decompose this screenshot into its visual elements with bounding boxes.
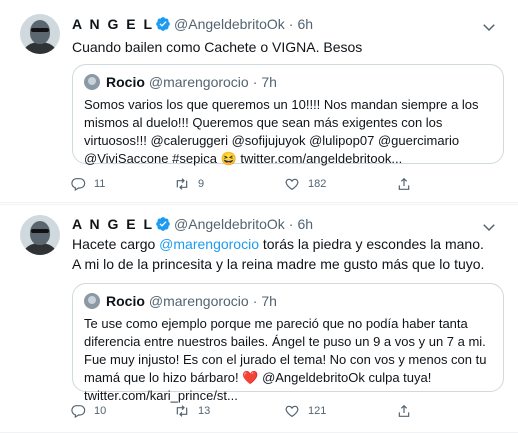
reply-button[interactable]: 10 <box>70 403 106 419</box>
separator-dot: · <box>252 74 258 90</box>
quoted-text-line: mismos al duelo!!! Queremos que sean más… <box>84 115 443 130</box>
like-button[interactable]: 121 <box>284 403 326 419</box>
quoted-tweet-header: Rocio @marengorocio · 7h <box>84 293 277 309</box>
reply-button[interactable]: 11 <box>70 176 105 192</box>
quoted-author-name: Rocio <box>106 293 145 309</box>
quoted-text-line: Fue muy injusto! Es con el jurado el tem… <box>84 352 487 367</box>
quoted-text-line: @ViviSaccone #sepica 😆 twitter.com/angel… <box>84 151 403 166</box>
like-count: 182 <box>308 178 327 190</box>
reply-icon <box>71 405 86 419</box>
quoted-tweet[interactable]: Rocio @marengorocio · 7h Somos varios lo… <box>72 64 504 166</box>
separator-dot: · <box>252 293 258 309</box>
retweet-icon <box>176 178 188 190</box>
tweet-actions: 10 13 121 <box>70 401 410 421</box>
quoted-timestamp: 7h <box>261 293 277 309</box>
separator-dot: · <box>288 16 294 32</box>
retweet-count: 13 <box>198 405 211 417</box>
reply-icon <box>71 178 86 192</box>
verified-badge-icon <box>156 17 170 31</box>
tweet[interactable]: A N G E L @AngeldebritoOk · 6h Hacete ca… <box>0 204 518 433</box>
author-name[interactable]: A N G E L <box>72 16 154 32</box>
caret-down-icon[interactable] <box>480 18 498 36</box>
heart-emoji: ❤️ <box>242 370 259 385</box>
like-icon <box>285 178 299 191</box>
tweet-text-line: Hacete cargo @marengorocio torás la pied… <box>72 234 502 254</box>
text-segment: torás la piedra y escondes la mano. <box>258 236 484 252</box>
verified-badge-icon <box>156 217 170 231</box>
retweet-count: 9 <box>198 178 205 190</box>
tweet-header: A N G E L @AngeldebritoOk · 6h <box>72 16 313 32</box>
text-segment: Hacete cargo <box>72 236 160 252</box>
timestamp[interactable]: 6h <box>297 216 313 232</box>
quoted-tweet-text: Te use como ejemplo porque me pareció qu… <box>84 315 496 405</box>
quoted-text-line: mamá que lo hizo bárbaro! ❤️ @Angeldebri… <box>84 369 496 387</box>
text-segment: @AngeldebritoOk culpa tuya! <box>258 370 432 385</box>
quoted-text-line: diferencia entre nuestros bailes. Ángel … <box>84 334 486 349</box>
retweet-button[interactable]: 13 <box>174 403 210 419</box>
quoted-text-line: virtuosos!!! @caleruggeri @sofijujuyok @… <box>84 133 460 148</box>
author-handle[interactable]: @AngeldebritoOk <box>174 16 285 32</box>
quoted-timestamp: 7h <box>261 74 277 90</box>
tweet-actions: 11 9 182 <box>70 174 410 194</box>
author-name[interactable]: A N G E L <box>72 216 154 232</box>
share-button[interactable] <box>396 403 412 419</box>
mention-link[interactable]: @marengorocio <box>159 236 259 252</box>
quoted-text-line: Te use como ejemplo porque me pareció qu… <box>84 316 468 331</box>
retweet-button[interactable]: 9 <box>174 176 204 192</box>
share-icon <box>398 177 410 190</box>
quoted-avatar <box>84 293 100 309</box>
quoted-tweet[interactable]: Rocio @marengorocio · 7h Te use como eje… <box>72 283 504 403</box>
retweet-icon <box>176 405 188 417</box>
quoted-author-handle: @marengorocio <box>148 74 249 90</box>
separator-dot: · <box>288 216 294 232</box>
like-icon <box>285 405 299 418</box>
tweet-header: A N G E L @AngeldebritoOk · 6h <box>72 216 313 232</box>
tweet-text-line: A mi lo de la princesita y la reina madr… <box>72 256 485 272</box>
quoted-text-line: Somos varios los que queremos un 10!!!! … <box>84 97 479 112</box>
text-segment: mamá que lo hizo bárbaro! <box>84 370 243 385</box>
quoted-author-handle: @marengorocio <box>148 293 249 309</box>
tweet-text: Cuando bailen como Cachete o VIGNA. Beso… <box>72 37 502 57</box>
avatar[interactable] <box>20 215 60 255</box>
timestamp[interactable]: 6h <box>297 16 313 32</box>
tweet[interactable]: A N G E L @AngeldebritoOk · 6h Cuando ba… <box>0 0 518 203</box>
avatar[interactable] <box>20 14 60 54</box>
share-button[interactable] <box>396 176 412 192</box>
share-icon <box>398 404 410 417</box>
reply-count: 11 <box>94 178 106 190</box>
quoted-avatar <box>84 74 100 90</box>
quoted-author-name: Rocio <box>106 74 145 90</box>
like-count: 121 <box>308 405 327 417</box>
reply-count: 10 <box>94 405 107 417</box>
tweet-text-line: Cuando bailen como Cachete o VIGNA. Beso… <box>72 39 363 55</box>
like-button[interactable]: 182 <box>284 176 326 192</box>
tweet-text: Hacete cargo @marengorocio torás la pied… <box>72 234 502 274</box>
author-handle[interactable]: @AngeldebritoOk <box>174 216 285 232</box>
quoted-tweet-text: Somos varios los que queremos un 10!!!! … <box>84 96 496 168</box>
quoted-tweet-header: Rocio @marengorocio · 7h <box>84 74 277 90</box>
